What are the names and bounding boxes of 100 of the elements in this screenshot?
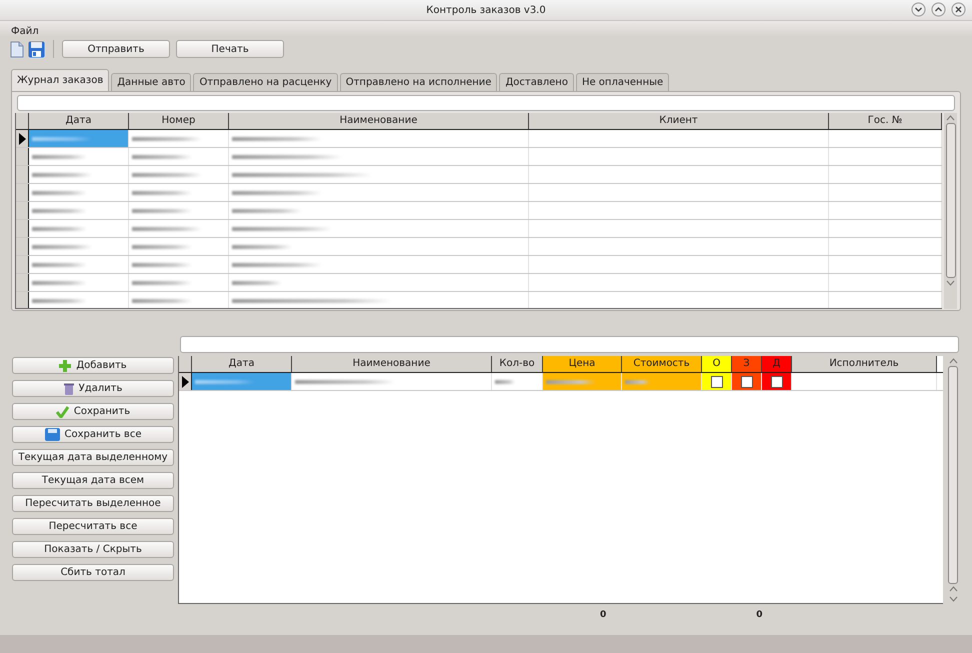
action-button[interactable]: Пересчитать выделенное — [12, 495, 174, 512]
blurred-text — [32, 244, 92, 248]
checkbox[interactable] — [711, 376, 723, 388]
blurred-text — [132, 136, 202, 140]
column-header[interactable]: Клиент — [529, 113, 829, 129]
blurred-text — [32, 136, 92, 140]
row-header[interactable] — [16, 130, 29, 147]
maximize-icon[interactable] — [931, 2, 946, 17]
blurred-text — [32, 280, 87, 284]
tab[interactable]: Журнал заказов — [11, 69, 110, 91]
blurred-text — [232, 208, 302, 212]
column-header[interactable]: Гос. № — [829, 113, 942, 129]
action-button[interactable]: Сохранить все — [12, 426, 174, 443]
blurred-text — [132, 208, 192, 212]
column-header[interactable]: Дата — [29, 113, 129, 129]
scroll-down-icon[interactable] — [946, 279, 955, 287]
blurred-text — [132, 262, 192, 266]
row-header[interactable] — [16, 256, 29, 273]
blurred-text — [495, 380, 515, 384]
blurred-text — [132, 172, 202, 176]
action-button[interactable]: Сохранить — [12, 403, 174, 420]
row-pointer-icon — [182, 376, 188, 388]
blurred-text — [32, 154, 87, 158]
menu-item[interactable]: Файл — [11, 26, 39, 37]
column-header[interactable]: О — [702, 356, 732, 372]
blurred-text — [132, 244, 192, 248]
minimize-icon[interactable] — [911, 2, 926, 17]
action-button[interactable]: Текущая дата выделенному — [12, 449, 174, 466]
blurred-text — [32, 172, 92, 176]
tab[interactable]: Отправлено на исполнение — [340, 73, 498, 91]
blurred-text — [546, 380, 596, 384]
plus-icon — [59, 360, 72, 372]
column-header[interactable]: Д — [762, 356, 792, 372]
toolbar-button[interactable]: Отправить — [62, 40, 170, 58]
row-pointer-icon — [18, 132, 26, 144]
blurred-text — [132, 298, 192, 302]
document-icon[interactable] — [10, 40, 24, 58]
close-icon[interactable] — [951, 2, 966, 17]
row-header[interactable] — [16, 184, 29, 201]
save-icon[interactable] — [28, 40, 45, 58]
filter-field[interactable] — [17, 95, 955, 111]
trash-icon — [64, 382, 74, 394]
blurred-text — [625, 380, 650, 384]
total-value: 0 — [600, 610, 606, 620]
action-button[interactable]: Удалить — [12, 380, 174, 397]
toolbar-button[interactable]: Печать — [176, 40, 284, 58]
column-header[interactable]: Наименование — [229, 113, 529, 129]
filter-field[interactable] — [180, 336, 959, 353]
tab[interactable]: Данные авто — [111, 73, 192, 91]
row-header[interactable] — [16, 166, 29, 183]
row-header[interactable] — [16, 220, 29, 237]
blurred-text — [232, 244, 292, 248]
scroll-up-icon[interactable] — [948, 585, 958, 593]
column-header[interactable]: З — [732, 356, 762, 372]
total-value: 0 — [756, 610, 763, 620]
row-header[interactable] — [16, 202, 29, 219]
tab[interactable]: Не оплаченные — [576, 73, 670, 91]
column-header[interactable]: Дата — [192, 356, 292, 372]
action-button[interactable]: Добавить — [12, 357, 174, 374]
row-header[interactable] — [179, 373, 192, 390]
column-header[interactable]: Стоимость — [622, 356, 702, 372]
scrollbar[interactable] — [947, 356, 959, 604]
blurred-text — [32, 262, 87, 266]
column-header[interactable]: Цена — [543, 356, 622, 372]
action-button[interactable]: Сбить тотал — [12, 564, 174, 581]
row-header[interactable] — [16, 292, 29, 308]
action-button[interactable]: Показать / Скрыть — [12, 541, 174, 558]
window-title: Контроль заказов v3.0 — [426, 4, 546, 16]
table-row[interactable] — [179, 373, 943, 391]
blurred-text — [32, 298, 87, 302]
checkbox[interactable] — [771, 376, 783, 388]
blurred-text — [132, 154, 192, 158]
blurred-text — [132, 280, 192, 284]
blurred-text — [32, 208, 87, 212]
scrollbar[interactable] — [944, 113, 957, 309]
column-header[interactable]: Наименование — [292, 356, 492, 372]
row-header[interactable] — [16, 274, 29, 291]
blurred-text — [195, 380, 255, 384]
corner-cell[interactable] — [179, 356, 192, 372]
corner-cell[interactable] — [16, 113, 29, 129]
column-header[interactable]: Номер — [129, 113, 229, 129]
tab[interactable]: Доставлено — [499, 73, 574, 91]
blurred-text — [32, 226, 87, 230]
column-header[interactable]: Кол-во — [492, 356, 543, 372]
blurred-text — [232, 280, 282, 284]
action-button[interactable]: Пересчитать все — [12, 518, 174, 535]
row-header[interactable] — [16, 148, 29, 165]
checkbox[interactable] — [741, 376, 753, 388]
blurred-text — [132, 190, 192, 194]
column-header[interactable]: Исполнитель — [792, 356, 937, 372]
row-header[interactable] — [16, 238, 29, 255]
scroll-up-icon[interactable] — [946, 114, 955, 122]
blurred-text — [132, 226, 202, 230]
action-button[interactable]: Текущая дата всем — [12, 472, 174, 489]
check-icon — [56, 406, 69, 418]
tab[interactable]: Отправлено на расценку — [193, 73, 338, 91]
blurred-text — [32, 190, 87, 194]
scroll-up-icon[interactable] — [948, 357, 958, 365]
scroll-down-icon[interactable] — [948, 595, 958, 603]
save-icon — [44, 428, 60, 441]
